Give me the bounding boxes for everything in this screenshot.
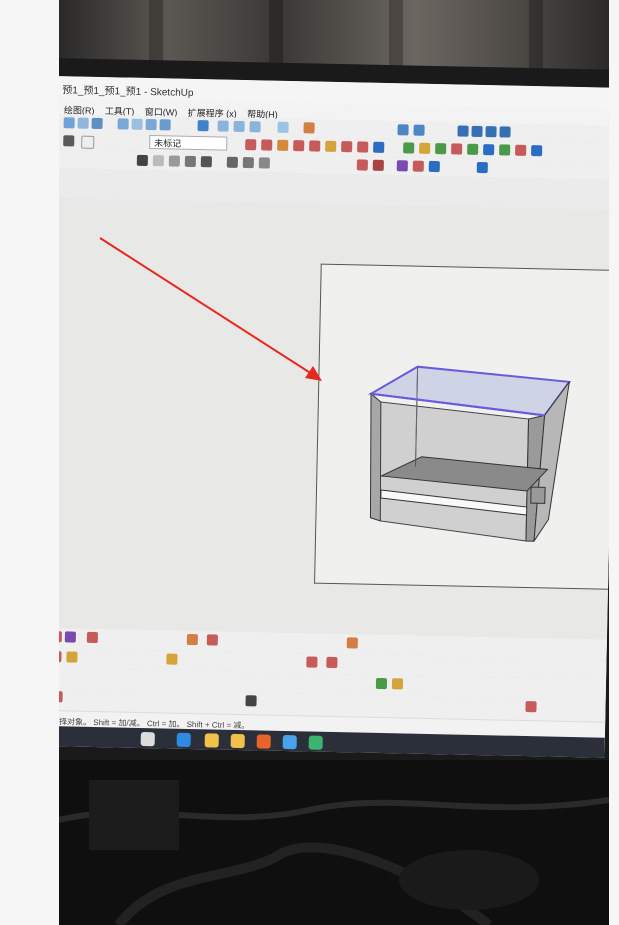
trim-icon[interactable] [293,140,305,152]
outer-shell-icon[interactable] [325,140,337,152]
grid-icon[interactable] [245,695,257,707]
walk-icon[interactable] [242,157,254,169]
camera-icon[interactable] [226,156,238,168]
taskbar-windows-icon[interactable] [140,731,155,747]
tag-selector-value: 未标记 [154,138,182,149]
taskbar-wechat-icon[interactable] [308,735,323,750]
tape-icon[interactable] [372,159,384,171]
extension-7-icon[interactable] [499,144,511,156]
tag-selector[interactable]: 未标记 [149,135,228,151]
text-icon[interactable] [428,160,440,173]
dropper2-icon[interactable] [413,124,425,136]
eraser-icon[interactable] [63,135,75,147]
extension-3-icon[interactable] [435,143,447,155]
view-iso-icon[interactable] [117,118,129,130]
render-icon[interactable] [525,701,537,713]
subtract-icon[interactable] [357,141,369,153]
monitor: 预1_预1_预1_预1 - SketchUp 绘图(R) 工具(T) 窗口(W)… [59,58,609,775]
model-canvas[interactable] [59,198,609,640]
move-icon[interactable] [186,633,198,646]
circle-icon[interactable] [86,631,98,644]
hidden-line-icon[interactable] [184,155,196,168]
extension-2-icon[interactable] [419,142,431,154]
extension-1-icon[interactable] [403,142,415,154]
view-top-icon[interactable] [131,118,143,130]
paint-icon[interactable] [91,117,103,130]
arc-icon[interactable] [64,631,76,643]
component-icon[interactable] [77,117,89,129]
shaded-icon[interactable] [200,156,212,168]
dropper-icon[interactable] [397,124,409,136]
info-icon[interactable] [81,135,95,149]
frame-icon[interactable] [59,691,63,703]
section-icon[interactable] [306,656,318,668]
right-margin [609,0,619,925]
rotate-icon[interactable] [206,634,218,646]
plugin-icon[interactable] [476,161,488,174]
follow-me-icon[interactable] [66,651,78,663]
sandbox-stamp-icon[interactable] [391,678,404,690]
water3-icon[interactable] [485,126,497,138]
union-icon[interactable] [341,141,353,153]
extension-6-icon[interactable] [483,144,495,156]
layers-icon[interactable] [277,121,289,133]
warehouse-icon[interactable] [303,122,315,134]
shell-icon[interactable] [277,139,289,151]
xray-icon[interactable] [152,155,164,167]
taskbar-folder-icon[interactable] [204,733,219,748]
window-title: 预1_预1_预1_预1 - SketchUp [62,85,194,99]
extension-8-icon[interactable] [515,144,527,156]
taskbar-sketchup-icon[interactable] [256,734,271,749]
sketchup-screen: 预1_预1_预1_预1 - SketchUp 绘图(R) 工具(T) 窗口(W)… [59,76,609,758]
orbit-icon[interactable] [217,120,229,132]
intersect-icon[interactable] [261,139,273,151]
extension-9-icon[interactable] [531,145,543,157]
split-icon[interactable] [309,140,321,152]
offset-icon[interactable] [59,651,62,663]
sandbox-icon[interactable] [373,141,385,153]
zoom-icon[interactable] [249,121,261,133]
water-icon[interactable] [457,125,469,137]
view-front-icon[interactable] [145,118,157,131]
section-fill-icon[interactable] [326,656,338,669]
cabinet-model [367,365,572,542]
solid-tools-icon[interactable] [245,139,257,151]
photo: 预1_预1_预1_预1 - SketchUp 绘图(R) 工具(T) 窗口(W)… [59,0,609,925]
water2-icon[interactable] [471,125,483,138]
undo-icon[interactable] [197,120,209,132]
extension-5-icon[interactable] [467,143,479,155]
dimension-icon[interactable] [166,653,178,665]
taskbar-notes-icon[interactable] [230,733,245,749]
scale-icon[interactable] [412,160,424,172]
water4-icon[interactable] [499,126,511,138]
paint-bucket-icon[interactable] [396,160,408,172]
wire-icon[interactable] [168,155,180,167]
view-right-icon[interactable] [159,119,171,131]
layout-viewport[interactable] [314,263,609,590]
taskbar-edge-icon[interactable] [176,732,191,748]
extension-4-icon[interactable] [451,143,463,155]
house-icon[interactable] [258,157,270,169]
style-icon[interactable] [136,154,148,167]
desk-cables [59,760,609,925]
sandbox-smoove-icon[interactable] [375,677,388,690]
push-pull-icon[interactable] [346,637,358,649]
pan-icon[interactable] [233,120,245,133]
pencil-icon[interactable] [356,159,368,171]
draw-icon[interactable] [59,631,62,643]
select-tool-icon[interactable] [63,117,75,129]
taskbar-app-icon[interactable] [282,734,297,750]
